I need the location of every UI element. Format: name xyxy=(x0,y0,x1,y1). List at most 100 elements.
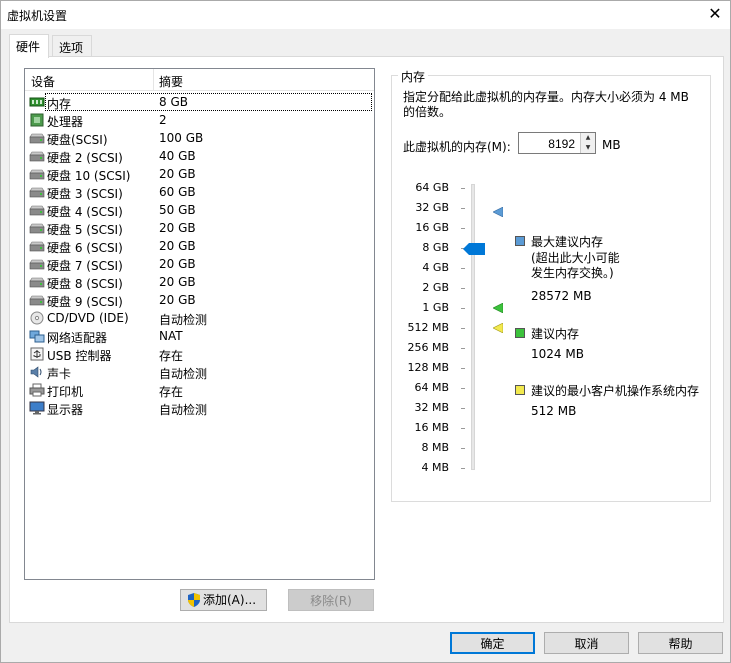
scale-label: 4 GB xyxy=(422,261,449,274)
device-row[interactable]: 硬盘 8 (SCSI) 20 GB xyxy=(25,273,374,291)
recommended-marker xyxy=(493,303,503,313)
device-name: 硬盘 9 (SCSI) xyxy=(47,295,123,309)
scale-tick xyxy=(461,208,465,209)
hard-disk-icon xyxy=(29,205,45,216)
close-button[interactable]: ✕ xyxy=(700,1,730,29)
device-summary: 存在 xyxy=(159,385,184,399)
device-name: USB 控制器 xyxy=(47,349,112,363)
recommended-title: 建议内存 xyxy=(531,327,580,341)
scale-tick xyxy=(461,228,465,229)
device-row[interactable]: 硬盘 6 (SCSI) 20 GB xyxy=(25,237,374,255)
max-recommended-note: (超出此大小可能 发生内存交换。) xyxy=(531,251,620,281)
device-summary: 20 GB xyxy=(159,239,196,253)
scale-label: 32 MB xyxy=(414,401,449,414)
device-name: 硬盘 3 (SCSI) xyxy=(47,187,123,201)
device-rows: 内存 8 GB 处理器 2 硬盘(SCSI) 100 GB 硬盘 2 (SCSI) 40 GB… xyxy=(25,93,374,417)
memory-group-title: 内存 xyxy=(398,68,429,85)
scale-label: 1 GB xyxy=(422,301,449,314)
scale-tick xyxy=(461,348,465,349)
scale-label: 16 GB xyxy=(415,221,449,234)
scale-label: 8 GB xyxy=(422,241,449,254)
printer-icon xyxy=(29,383,45,397)
device-name: 硬盘(SCSI) xyxy=(47,133,108,147)
device-summary: 存在 xyxy=(159,349,184,363)
scale-label: 64 MB xyxy=(414,381,449,394)
scale-label: 8 MB xyxy=(421,441,449,454)
device-row[interactable]: 硬盘 4 (SCSI) 50 GB xyxy=(25,201,374,219)
device-row[interactable]: 硬盘 10 (SCSI) 20 GB xyxy=(25,165,374,183)
device-summary: 20 GB xyxy=(159,167,196,181)
device-row[interactable]: 显示器 自动检测 xyxy=(25,399,374,417)
memory-icon xyxy=(29,97,45,107)
memory-slider-track[interactable] xyxy=(471,184,475,470)
max-recommended-marker xyxy=(493,206,503,217)
device-name: 硬盘 5 (SCSI) xyxy=(47,223,123,237)
device-row[interactable]: 硬盘 9 (SCSI) 20 GB xyxy=(25,291,374,309)
device-name: 硬盘 7 (SCSI) xyxy=(47,259,123,273)
hard-disk-icon xyxy=(29,169,45,180)
max-recommended-title: 最大建议内存 xyxy=(531,235,604,249)
device-name: 显示器 xyxy=(47,403,84,417)
hard-disk-icon xyxy=(29,151,45,162)
device-list[interactable]: 设备 摘要 内存 8 GB 处理器 2 硬盘(SCSI) 100 GB 硬盘 2 (SCSI… xyxy=(24,68,375,580)
device-row[interactable]: CD/DVD (IDE) 自动检测 xyxy=(25,309,374,327)
help-button[interactable]: 帮助 xyxy=(638,632,723,654)
scale-label: 128 MB xyxy=(407,361,449,374)
max-recommended-value: 28572 MB xyxy=(531,289,592,303)
tab-hardware[interactable]: 硬件 xyxy=(9,34,49,58)
device-row[interactable]: 打印机 存在 xyxy=(25,381,374,399)
device-summary: 自动检测 xyxy=(159,367,208,381)
shield-icon xyxy=(188,593,200,607)
device-summary: 20 GB xyxy=(159,275,196,289)
add-device-button[interactable]: 添加(A)... xyxy=(180,589,267,611)
scale-label: 4 MB xyxy=(421,461,449,474)
cancel-button[interactable]: 取消 xyxy=(544,632,629,654)
device-row[interactable]: 网络适配器 NAT xyxy=(25,327,374,345)
scale-tick xyxy=(461,328,465,329)
spin-down-button[interactable]: ▼ xyxy=(580,143,595,153)
processor-icon xyxy=(30,113,44,127)
device-summary: 8 GB xyxy=(159,95,188,109)
column-header-summary[interactable]: 摘要 xyxy=(159,73,183,90)
scale-tick xyxy=(461,368,465,369)
recommended-value: 1024 MB xyxy=(531,347,584,361)
memory-description: 指定分配给此虚拟机的内存量。内存大小必须为 4 MB 的倍数。 xyxy=(403,90,689,119)
device-row[interactable]: USB 控制器 存在 xyxy=(25,345,374,363)
network-adapter-icon xyxy=(29,330,45,343)
memory-slider-thumb[interactable] xyxy=(463,243,485,255)
column-divider[interactable] xyxy=(153,69,154,91)
spin-up-button[interactable]: ▲ xyxy=(580,133,595,143)
title-bar: 虚拟机设置 ✕ xyxy=(1,1,730,29)
device-summary: 50 GB xyxy=(159,203,196,217)
max-recommended-note-line2: 发生内存交换。) xyxy=(531,266,614,280)
device-summary: 自动检测 xyxy=(159,403,208,417)
device-row[interactable]: 硬盘 7 (SCSI) 20 GB xyxy=(25,255,374,273)
add-device-label: 添加(A)... xyxy=(203,593,257,607)
tab-options[interactable]: 选项 xyxy=(52,35,92,57)
column-header-device[interactable]: 设备 xyxy=(31,73,55,90)
device-row[interactable]: 硬盘 2 (SCSI) 40 GB xyxy=(25,147,374,165)
remove-device-button[interactable]: 移除(R) xyxy=(288,589,374,611)
device-summary: 20 GB xyxy=(159,257,196,271)
hard-disk-icon xyxy=(29,277,45,288)
device-row[interactable]: 声卡 自动检测 xyxy=(25,363,374,381)
device-row[interactable]: 硬盘 3 (SCSI) 60 GB xyxy=(25,183,374,201)
min-recommended-title: 建议的最小客户机操作系统内存 xyxy=(531,384,700,398)
selection-focus-box xyxy=(45,93,372,111)
device-row[interactable]: 硬盘(SCSI) 100 GB xyxy=(25,129,374,147)
device-row[interactable]: 处理器 2 xyxy=(25,111,374,129)
close-icon: ✕ xyxy=(708,4,722,23)
device-row[interactable]: 硬盘 5 (SCSI) 20 GB xyxy=(25,219,374,237)
device-name: 硬盘 10 (SCSI) xyxy=(47,169,131,183)
memory-unit: MB xyxy=(602,138,621,152)
device-row[interactable]: 内存 8 GB xyxy=(25,93,374,111)
scale-tick xyxy=(461,388,465,389)
scale-label: 32 GB xyxy=(415,201,449,214)
cd-dvd-icon xyxy=(30,311,44,325)
ok-button[interactable]: 确定 xyxy=(450,632,535,654)
scale-tick xyxy=(461,408,465,409)
device-summary: 20 GB xyxy=(159,221,196,235)
min-recommended-value: 512 MB xyxy=(531,404,577,418)
device-name: 内存 xyxy=(47,97,72,111)
device-name: 声卡 xyxy=(47,367,72,381)
